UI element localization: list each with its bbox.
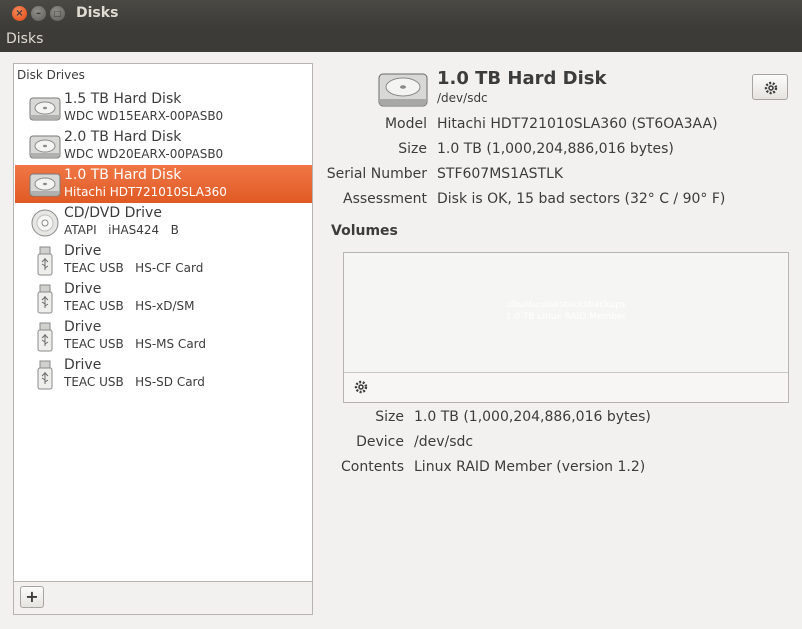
usb-drive-icon [37, 246, 53, 276]
volumes-panel: ubuntu:diskstacksbackups 1.0 TB Linux RA… [343, 252, 789, 403]
drive-item-selected[interactable]: 1.0 TB Hard Disk Hitachi HDT721010SLA360 [15, 165, 312, 203]
drive-model: TEAC USB HS-xD/SM [64, 299, 195, 313]
drive-name: 2.0 TB Hard Disk [64, 129, 182, 145]
model-label: Model [384, 116, 427, 132]
optical-disc-icon [31, 209, 59, 237]
drive-item[interactable]: 2.0 TB Hard Disk WDC WD20EARX-00PASB0 [15, 127, 312, 165]
drive-name: CD/DVD Drive [64, 205, 162, 221]
drive-model: WDC WD20EARX-00PASB0 [64, 147, 224, 161]
drive-model: TEAC USB HS-CF Card [64, 261, 204, 275]
volume-device-value: /dev/sdc [414, 434, 474, 450]
volume-size-label: Size [375, 409, 404, 425]
drive-settings-button[interactable] [752, 74, 788, 100]
harddisk-icon [29, 97, 61, 121]
usb-drive-icon [37, 360, 53, 390]
volume-contents-value: Linux RAID Member (version 1.2) [414, 459, 646, 475]
drive-name: 1.0 TB Hard Disk [64, 167, 182, 183]
drive-model: TEAC USB HS-MS Card [64, 337, 207, 351]
size-label: Size [398, 141, 427, 157]
close-button[interactable]: × [12, 6, 27, 21]
disk-title: 1.0 TB Hard Disk [437, 68, 607, 89]
volume-size-value: 1.0 TB (1,000,204,886,016 bytes) [414, 409, 651, 425]
volume-description: 1.0 TB Linux RAID Member [505, 312, 627, 322]
drive-item[interactable]: 1.5 TB Hard Disk WDC WD15EARX-00PASB0 [15, 89, 312, 127]
gear-icon [354, 380, 368, 394]
drive-item[interactable]: CD/DVD Drive ATAPI iHAS424 B [15, 203, 312, 241]
drive-item[interactable]: Drive TEAC USB HS-CF Card [15, 241, 312, 279]
add-button[interactable]: + [20, 586, 44, 608]
assessment-label: Assessment [343, 191, 427, 207]
title-bar: × – □ Disks [0, 0, 802, 28]
drive-name: Drive [64, 319, 102, 335]
drive-item[interactable]: Drive TEAC USB HS-SD Card [15, 355, 312, 393]
volume-label: ubuntu:diskstacksbackups [506, 300, 626, 310]
volume-contents-label: Contents [341, 459, 404, 475]
harddisk-icon [29, 135, 61, 159]
volume-device-label: Device [356, 434, 404, 450]
window-title: Disks [76, 5, 119, 21]
menu-disks[interactable]: Disks [6, 31, 43, 47]
maximize-button[interactable]: □ [50, 6, 65, 21]
drive-name: 1.5 TB Hard Disk [64, 91, 182, 107]
disk-drives-list: Disk Drives 1.5 TB Hard Disk WDC WD15EAR… [13, 63, 313, 582]
usb-drive-icon [37, 322, 53, 352]
drive-item[interactable]: Drive TEAC USB HS-MS Card [15, 317, 312, 355]
drive-model: ATAPI iHAS424 B [64, 223, 179, 237]
drive-model: WDC WD15EARX-00PASB0 [64, 109, 224, 123]
drive-item[interactable]: Drive TEAC USB HS-xD/SM [15, 279, 312, 317]
drive-model: Hitachi HDT721010SLA360 [64, 185, 227, 199]
volume-partition[interactable]: ubuntu:diskstacksbackups 1.0 TB Linux RA… [344, 253, 788, 373]
drive-model: TEAC USB HS-SD Card [64, 375, 205, 389]
harddisk-icon [378, 73, 428, 107]
volume-settings-button[interactable] [353, 379, 369, 399]
drive-name: Drive [64, 243, 102, 259]
gear-icon [764, 81, 778, 95]
serial-label: Serial Number [326, 166, 427, 182]
volumes-heading: Volumes [331, 223, 398, 239]
menu-bar: Disks [0, 28, 802, 52]
size-value: 1.0 TB (1,000,204,886,016 bytes) [437, 141, 674, 157]
assessment-value: Disk is OK, 15 bad sectors (32° C / 90° … [437, 191, 726, 207]
disk-device-path: /dev/sdc [437, 91, 488, 105]
minimize-button[interactable]: – [31, 6, 46, 21]
serial-value: STF607MS1ASTLK [437, 166, 564, 182]
sidebar-toolbar: + [13, 582, 313, 615]
drive-name: Drive [64, 281, 102, 297]
harddisk-icon [29, 173, 61, 197]
drive-name: Drive [64, 357, 102, 373]
model-value: Hitachi HDT721010SLA360 (ST6OA3AA) [437, 116, 718, 132]
disk-drives-header: Disk Drives [17, 68, 85, 82]
usb-drive-icon [37, 284, 53, 314]
